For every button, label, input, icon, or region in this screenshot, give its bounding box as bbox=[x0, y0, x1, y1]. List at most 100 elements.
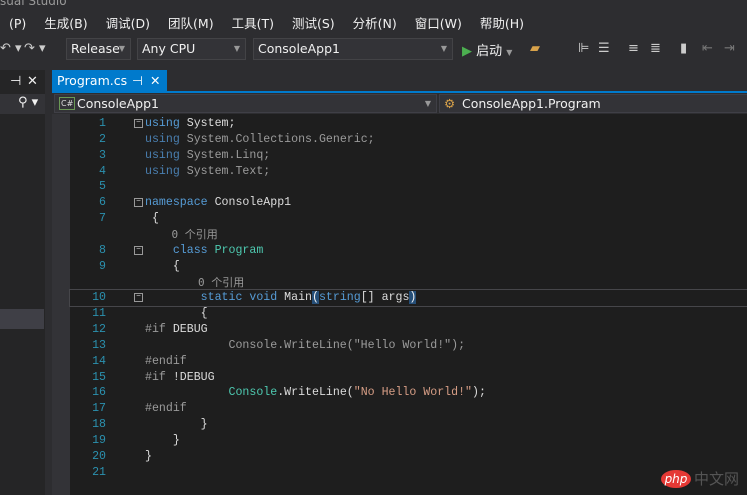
code-text: { bbox=[145, 259, 180, 275]
configuration-dropdown[interactable]: Release ▼ bbox=[66, 38, 131, 60]
collapse-icon[interactable]: − bbox=[134, 119, 143, 128]
code-text: { bbox=[145, 211, 159, 227]
next-bookmark-icon[interactable]: ⇥ bbox=[724, 41, 735, 56]
code-text: using System.Collections.Generic; bbox=[145, 132, 375, 148]
code-editor[interactable]: 1− using System; 2 using System.Collections… bbox=[69, 114, 747, 495]
menu-bar: (P) 生成(B) 调试(D) 团队(M) 工具(T) 测试(S) 分析(N) 窗口(W) 帮助… bbox=[0, 13, 533, 35]
code-token: Main bbox=[277, 291, 312, 305]
line-number: 14 bbox=[92, 354, 106, 368]
code-line: 20} bbox=[70, 449, 747, 465]
code-token: using bbox=[145, 117, 180, 130]
start-button[interactable]: ▶ 启动 ▼ bbox=[462, 40, 512, 59]
close-icon[interactable]: ✕ bbox=[150, 70, 160, 92]
project-nav-dropdown[interactable]: C# ConsoleApp1 ▼ bbox=[54, 94, 437, 113]
pin-icon[interactable]: ⊣ bbox=[132, 70, 143, 92]
code-text: Console.WriteLine("No Hello World!"); bbox=[145, 385, 485, 401]
undo-icon[interactable]: ↶ ▾ bbox=[0, 41, 22, 56]
pin-icon[interactable]: ⊣ bbox=[10, 74, 21, 89]
tab-program-cs[interactable]: Program.cs ⊣ ✕ bbox=[52, 70, 167, 92]
code-line: 9 { bbox=[70, 259, 747, 275]
collapse-icon[interactable]: − bbox=[134, 245, 143, 255]
code-token: using bbox=[145, 148, 180, 162]
class-nav-dropdown[interactable]: ⚙ ConsoleApp1.Program bbox=[439, 94, 747, 113]
search-box[interactable]: ⚲ ▾ bbox=[0, 94, 45, 114]
code-token: Console.WriteLine("Hello World!"); bbox=[145, 338, 466, 352]
code-token: { bbox=[145, 259, 180, 273]
outline-icon[interactable]: ☰ bbox=[598, 41, 610, 56]
line-number: 6 bbox=[99, 196, 106, 210]
code-text: #if !DEBUG bbox=[145, 370, 215, 386]
code-line: 18 } bbox=[70, 417, 747, 433]
code-token: #endif bbox=[145, 354, 187, 368]
code-text: class Program bbox=[145, 243, 263, 259]
code-line: 21 bbox=[70, 465, 747, 481]
code-token: ) bbox=[409, 291, 417, 305]
code-text: namespace ConsoleApp1 bbox=[145, 195, 291, 211]
chevron-down-icon: ▼ bbox=[440, 44, 447, 53]
code-lens[interactable]: 0 个引用 bbox=[70, 275, 747, 291]
code-token: class bbox=[145, 243, 208, 257]
toolbar: ↶ ▾ ↷ ▾ Release ▼ Any CPU ▼ ConsoleApp1 ▼ ▶… bbox=[0, 37, 747, 61]
navigation-bar: C# ConsoleApp1 ▼ ⚙ ConsoleApp1.Program bbox=[52, 94, 747, 114]
startup-project-dropdown[interactable]: ConsoleApp1 ▼ bbox=[253, 38, 453, 60]
watermark-logo: php 中文网 bbox=[660, 468, 739, 489]
comment-icon[interactable]: ≡ bbox=[628, 41, 639, 56]
close-icon[interactable]: ✕ bbox=[27, 74, 38, 89]
menu-item[interactable]: 调试(D) bbox=[97, 13, 159, 35]
code-line: 5 bbox=[70, 179, 747, 195]
line-number: 16 bbox=[92, 386, 106, 400]
menu-item[interactable]: 生成(B) bbox=[35, 13, 96, 35]
line-number: 2 bbox=[99, 132, 106, 146]
menu-item[interactable]: 分析(N) bbox=[344, 13, 406, 35]
code-token: ConsoleApp1 bbox=[207, 196, 292, 210]
search-icon: ⚲ ▾ bbox=[18, 95, 39, 110]
chevron-down-icon: ▼ bbox=[233, 44, 240, 53]
menu-item[interactable]: 测试(S) bbox=[283, 13, 344, 35]
platform-dropdown[interactable]: Any CPU ▼ bbox=[137, 38, 246, 60]
bookmark-icon[interactable]: ▮ bbox=[680, 41, 687, 56]
code-token: } bbox=[145, 449, 152, 463]
code-line: 6 − namespace ConsoleApp1 bbox=[70, 195, 747, 211]
code-text: #endif bbox=[145, 401, 187, 417]
code-text: using System.Linq; bbox=[145, 148, 270, 164]
code-line: 11 { bbox=[70, 306, 747, 322]
code-token: System.Collections.Generic; bbox=[179, 132, 375, 146]
line-number: 20 bbox=[92, 449, 106, 463]
code-token: using bbox=[145, 164, 180, 178]
code-lens[interactable]: 0 个引用 bbox=[70, 227, 747, 243]
document-tabs: Program.cs ⊣ ✕ bbox=[52, 70, 747, 92]
code-line: 19 } bbox=[70, 433, 747, 449]
code-token: DEBUG bbox=[165, 323, 208, 337]
step-icon[interactable]: ⊫ bbox=[578, 41, 589, 56]
collapse-icon[interactable]: − bbox=[134, 293, 143, 303]
code-token: Program bbox=[214, 243, 264, 257]
menu-item[interactable]: 窗口(W) bbox=[406, 13, 471, 35]
line-number: 13 bbox=[92, 338, 106, 352]
chevron-down-icon: ▼ bbox=[118, 44, 125, 53]
code-text: using System; bbox=[145, 116, 235, 132]
code-token: System; bbox=[179, 117, 236, 130]
prev-bookmark-icon[interactable]: ⇤ bbox=[702, 41, 713, 56]
redo-icon[interactable]: ↷ ▾ bbox=[24, 41, 46, 56]
csharp-icon: C# bbox=[59, 97, 76, 110]
menu-item[interactable]: 帮助(H) bbox=[471, 13, 533, 35]
code-token: #if bbox=[145, 370, 166, 384]
code-token: { bbox=[145, 307, 208, 321]
line-number: 3 bbox=[99, 148, 106, 162]
code-text: #if DEBUG bbox=[145, 322, 208, 338]
menu-item[interactable]: 团队(M) bbox=[159, 13, 223, 35]
line-number: 18 bbox=[92, 418, 106, 432]
find-in-files-icon[interactable]: ▰ bbox=[530, 41, 540, 56]
code-token: using bbox=[145, 132, 180, 146]
class-icon: ⚙ bbox=[444, 96, 456, 111]
code-token: #endif bbox=[145, 402, 187, 416]
line-number: 21 bbox=[92, 465, 106, 479]
line-number: 19 bbox=[92, 434, 106, 447]
line-number: 1 bbox=[99, 117, 106, 130]
menu-item[interactable]: (P) bbox=[0, 13, 35, 35]
menu-item[interactable]: 工具(T) bbox=[223, 13, 283, 35]
selected-tree-item[interactable] bbox=[0, 309, 44, 329]
uncomment-icon[interactable]: ≣ bbox=[650, 41, 661, 56]
collapse-icon[interactable]: − bbox=[134, 198, 143, 208]
